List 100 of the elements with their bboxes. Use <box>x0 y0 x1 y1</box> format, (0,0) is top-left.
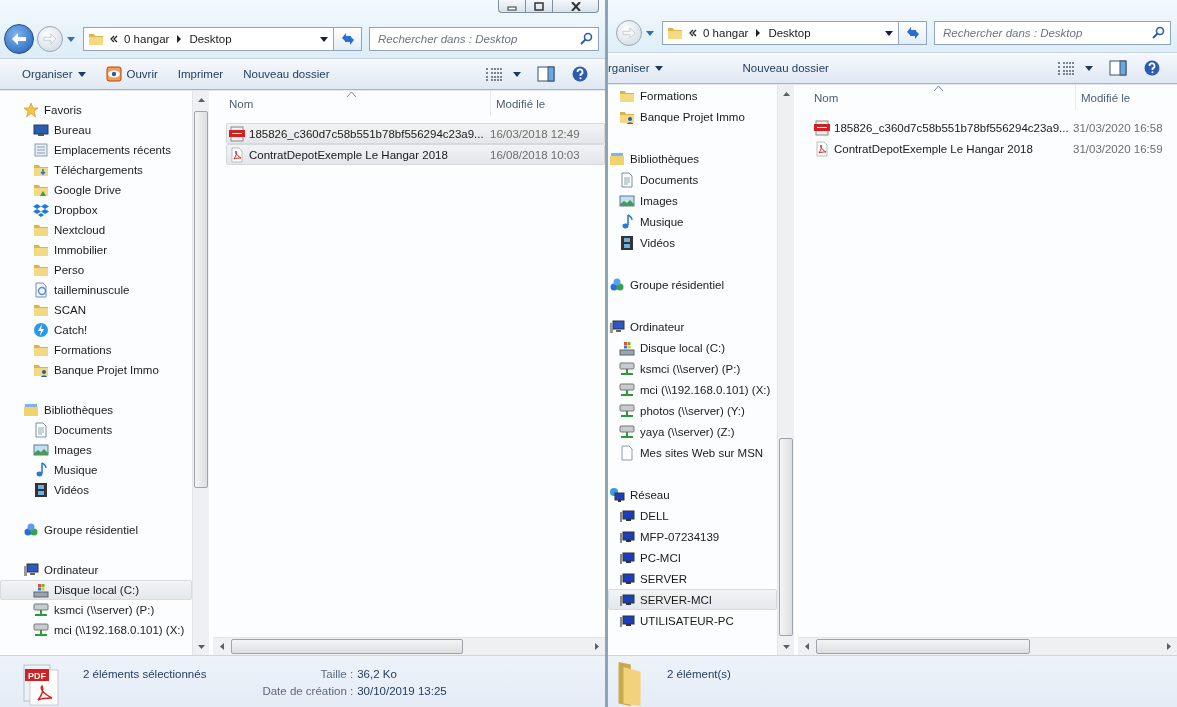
nav-item[interactable]: Catch! <box>0 320 192 340</box>
breadcrumb-arrow-icon[interactable] <box>175 35 184 43</box>
search-field[interactable]: Rechercher dans : Desktop <box>934 21 1171 45</box>
computer-icon <box>619 591 635 608</box>
library-icon <box>23 402 39 418</box>
nav-item[interactable]: Téléchargements <box>0 160 192 180</box>
nav-item[interactable]: UTILISATEUR-PC <box>608 610 777 631</box>
nav-item[interactable]: Disque local (C:) <box>608 337 777 358</box>
nav-item[interactable]: Emplacements récents <box>0 140 192 160</box>
nav-item[interactable]: Documents <box>608 169 777 190</box>
nav-item[interactable]: Musique <box>0 460 192 480</box>
back-button[interactable] <box>4 24 34 54</box>
column-header[interactable]: Nom <box>213 97 490 110</box>
nav-item[interactable]: Groupe résidentiel <box>0 520 192 540</box>
file-date: 16/08/2018 10:03 <box>490 148 580 161</box>
address-bar[interactable]: 0 hangar Desktop <box>83 27 334 51</box>
nav-item[interactable]: Groupe résidentiel <box>608 274 777 295</box>
breadcrumb[interactable]: 0 hangar <box>124 33 170 45</box>
nav-item[interactable]: Google Drive <box>0 180 192 200</box>
search-field[interactable]: Rechercher dans : Desktop <box>369 27 599 51</box>
nav-item[interactable]: Vidéos <box>0 480 192 500</box>
nav-item[interactable]: Disque local (C:) <box>0 580 192 600</box>
nav-item[interactable]: Immobilier <box>0 240 192 260</box>
dropdown-icon[interactable] <box>319 35 329 43</box>
file-row[interactable]: ContratDepotExemple Le Hangar 2018 31/03/2020 16:59 <box>811 138 1177 159</box>
nav-item[interactable]: Favoris <box>0 100 192 120</box>
refresh-button[interactable] <box>334 27 362 51</box>
nav-item[interactable]: Vidéos <box>608 232 777 253</box>
download-folder-icon <box>33 162 49 178</box>
nav-item[interactable]: Perso <box>0 260 192 280</box>
column-header[interactable]: Modifié le <box>1075 85 1131 110</box>
breadcrumb-arrow-icon[interactable] <box>754 29 763 37</box>
nav-item[interactable]: SCAN <box>0 300 192 320</box>
refresh-button[interactable] <box>899 21 927 45</box>
nav-item[interactable]: tailleminuscule <box>0 280 192 300</box>
menu-button[interactable]: rganiser <box>608 58 671 78</box>
nav-item[interactable]: SERVER <box>608 568 777 589</box>
nav-item[interactable]: Formations <box>608 85 777 106</box>
nav-item[interactable]: Images <box>608 190 777 211</box>
network-icon <box>609 486 625 503</box>
breadcrumb[interactable]: 0 hangar <box>703 27 749 39</box>
search-icon <box>580 32 593 45</box>
nav-item[interactable]: Mes sites Web sur MSN <box>608 442 777 463</box>
menu-button[interactable]: Organiser <box>14 64 94 84</box>
nav-item[interactable]: Images <box>0 440 192 460</box>
nav-item[interactable]: Formations <box>0 340 192 360</box>
file-row[interactable]: 185826_c360d7c58b551b78bf556294c23a9... 16/03/2018 12:49 <box>226 123 605 144</box>
nav-item[interactable]: Ordinateur <box>608 316 777 337</box>
nav-item[interactable]: PC-MCI <box>608 547 777 568</box>
nav-item[interactable]: Nextcloud <box>0 220 192 240</box>
nav-item[interactable]: Réseau <box>608 484 777 505</box>
computer-icon <box>619 570 635 587</box>
minimize-button[interactable] <box>498 0 525 13</box>
file-name: ContratDepotExemple Le Hangar 2018 <box>249 148 449 161</box>
nav-item[interactable]: ksmci (\\server) (P:) <box>608 358 777 379</box>
double-chevron-icon[interactable] <box>110 35 118 43</box>
column-header[interactable]: Modifié le <box>490 91 546 116</box>
nav-item[interactable]: Bibliothèques <box>608 148 777 169</box>
nav-item[interactable]: Musique <box>608 211 777 232</box>
maximize-button[interactable] <box>525 0 552 13</box>
nav-item[interactable]: mci (\\192.168.0.101) (X:) <box>0 620 192 640</box>
toolbar-button[interactable]: Ouvrir <box>97 62 166 86</box>
star-icon <box>23 102 39 118</box>
nav-item[interactable]: Dropbox <box>0 200 192 220</box>
toolbar-button[interactable]: Imprimer <box>169 64 232 84</box>
nav-item[interactable]: Banque Projet Immo <box>0 360 192 380</box>
nav-item[interactable]: Banque Projet Immo <box>608 106 777 127</box>
breadcrumb[interactable]: Desktop <box>768 27 811 39</box>
nav-item[interactable]: SERVER-MCI <box>608 589 777 610</box>
vertical-scrollbar[interactable] <box>777 85 794 655</box>
horizontal-scrollbar[interactable] <box>213 637 605 655</box>
close-button[interactable] <box>552 0 599 13</box>
history-dropdown-icon[interactable] <box>66 35 76 43</box>
nav-item[interactable]: mci (\\192.168.0.101) (X:) <box>608 379 777 400</box>
column-header[interactable]: Nom <box>798 91 1075 104</box>
toolbar-button[interactable]: Nouveau dossier <box>734 58 837 78</box>
file-date: 31/03/2020 16:59 <box>1073 142 1163 155</box>
computer-icon <box>619 528 635 545</box>
nav-item[interactable]: photos (\\server) (Y:) <box>608 400 777 421</box>
double-chevron-icon[interactable] <box>689 29 697 37</box>
nav-item[interactable]: yaya (\\server) (Z:) <box>608 421 777 442</box>
nav-item[interactable]: Bibliothèques <box>0 400 192 420</box>
pdf-file-icon <box>814 140 830 157</box>
nav-item[interactable]: Documents <box>0 420 192 440</box>
nav-item[interactable]: Bureau <box>0 120 192 140</box>
nav-item[interactable]: MFP-07234139 <box>608 526 777 547</box>
breadcrumb[interactable]: Desktop <box>189 33 232 45</box>
restore-icon <box>534 1 544 11</box>
toolbar-button[interactable]: Nouveau dossier <box>235 64 338 84</box>
file-row[interactable]: 185826_c360d7c58b551b78bf556294c23a9... 31/03/2020 16:58 <box>811 117 1177 138</box>
nav-item[interactable]: Ordinateur <box>0 560 192 580</box>
help-icon <box>571 66 589 82</box>
nav-item[interactable]: DELL <box>608 505 777 526</box>
dropdown-icon[interactable] <box>884 29 894 37</box>
nav-item[interactable]: ksmci (\\server) (P:) <box>0 600 192 620</box>
address-bar[interactable]: 0 hangar Desktop <box>662 21 899 45</box>
vertical-scrollbar[interactable] <box>192 91 209 655</box>
file-row[interactable]: ContratDepotExemple Le Hangar 2018 16/08/2018 10:03 <box>226 144 605 165</box>
horizontal-scrollbar[interactable] <box>798 637 1177 655</box>
history-dropdown-icon[interactable] <box>645 29 655 37</box>
